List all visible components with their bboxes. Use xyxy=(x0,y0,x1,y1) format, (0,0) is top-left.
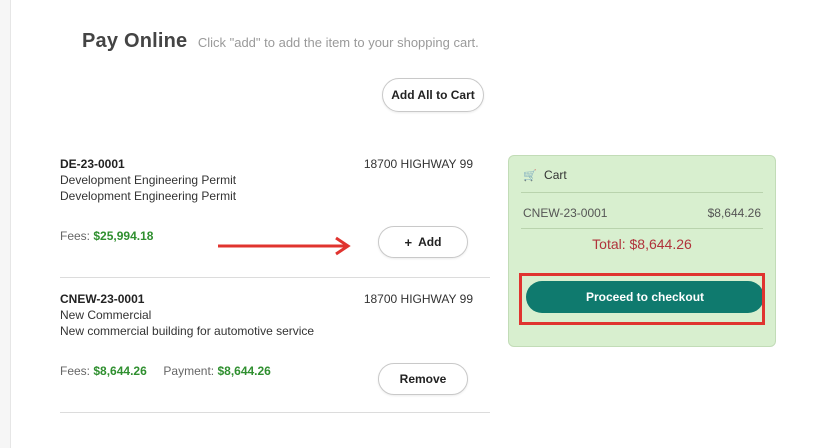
cart-title: Cart xyxy=(544,168,567,182)
permit-description: New commercial building for automotive s… xyxy=(60,324,315,338)
add-all-to-cart-button[interactable]: Add All to Cart xyxy=(382,78,484,112)
permit-address: 18700 HIGHWAY 99 xyxy=(363,292,473,306)
page-header: Pay Online Click "add" to add the item t… xyxy=(82,30,479,53)
cart-panel: 🛒 Cart CNEW-23-0001 $8,644.26 Total: $8,… xyxy=(508,155,776,347)
red-highlight-box xyxy=(519,273,765,325)
shopping-cart-icon: 🛒 xyxy=(523,170,537,182)
fees-value: $8,644.26 xyxy=(93,364,147,378)
page-title: Pay Online xyxy=(82,30,188,52)
cart-entry-amount: $8,644.26 xyxy=(707,206,761,220)
add-button-label: Add xyxy=(418,235,442,249)
divider xyxy=(521,228,763,229)
list-item: CNEW-23-0001 New Commercial New commerci… xyxy=(60,292,490,413)
fees-label: Fees: xyxy=(60,364,91,378)
permit-type: Development Engineering Permit xyxy=(60,173,237,187)
permit-description: Development Engineering Permit xyxy=(60,189,237,203)
payment-label: Payment: xyxy=(163,364,215,378)
list-item: DE-23-0001 Development Engineering Permi… xyxy=(60,157,490,278)
remove-button[interactable]: Remove xyxy=(378,363,468,395)
fees-value: $25,994.18 xyxy=(93,229,154,243)
cart-entry-code: CNEW-23-0001 xyxy=(523,206,608,220)
divider xyxy=(521,192,763,193)
add-button[interactable]: + Add xyxy=(378,226,468,258)
cart-total: Total: $8,644.26 xyxy=(592,236,692,252)
red-arrow-icon xyxy=(218,236,351,256)
plus-icon: + xyxy=(404,234,413,250)
page-hint: Click "add" to add the item to your shop… xyxy=(197,35,479,50)
permit-address: 18700 HIGHWAY 99 xyxy=(363,157,473,171)
fees-label: Fees: xyxy=(60,229,91,243)
fees-row: Fees: $8,644.26 Payment: $8,644.26 xyxy=(60,364,271,378)
cart-header: 🛒 Cart xyxy=(523,168,567,182)
cart-entry: CNEW-23-0001 $8,644.26 xyxy=(523,206,761,220)
payment-value: $8,644.26 xyxy=(217,364,271,378)
fees-row: Fees: $25,994.18 xyxy=(60,229,153,243)
permit-type: New Commercial xyxy=(60,308,152,322)
